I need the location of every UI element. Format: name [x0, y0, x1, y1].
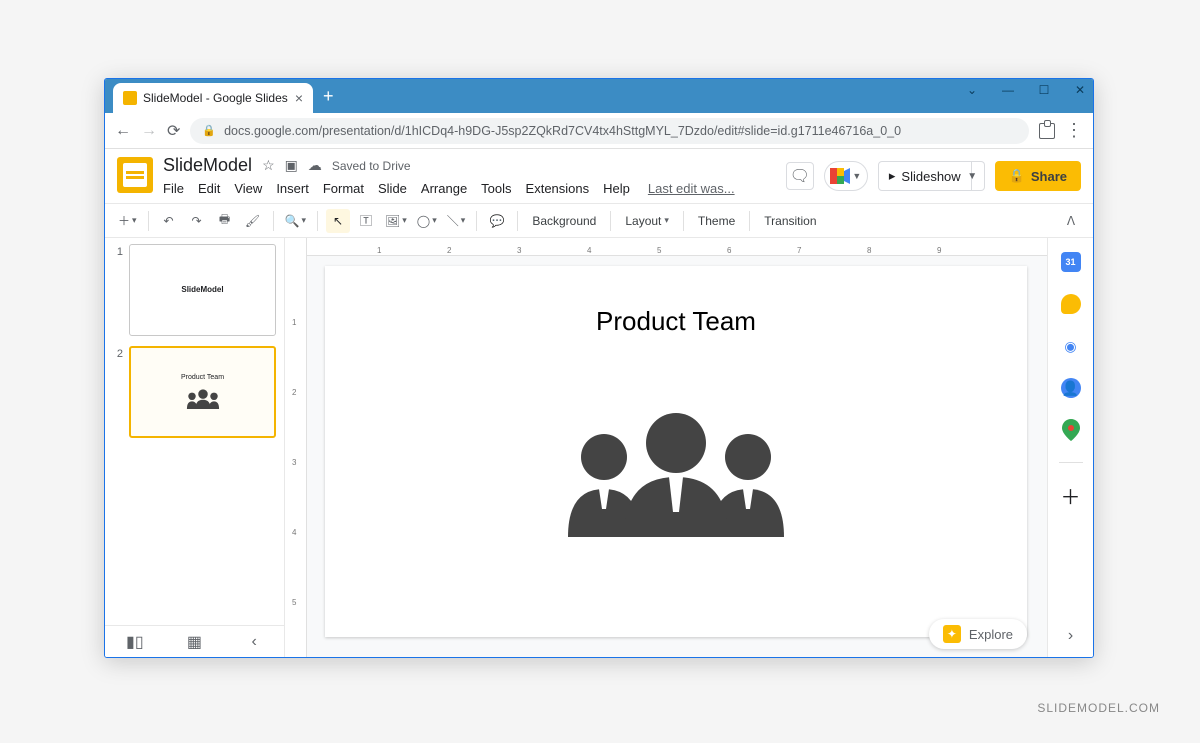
- slideshow-button[interactable]: ▸ Slideshow: [878, 161, 972, 191]
- reload-icon[interactable]: ⟳: [167, 121, 180, 141]
- menu-tools[interactable]: Tools: [481, 181, 511, 196]
- close-window-icon[interactable]: ✕: [1071, 83, 1089, 97]
- watermark: SLIDEMODEL.COM: [1037, 701, 1160, 715]
- layout-button[interactable]: Layout▾: [619, 209, 675, 233]
- paint-format-button[interactable]: 🖌: [241, 209, 265, 233]
- document-title[interactable]: SlideModel: [163, 155, 252, 176]
- star-icon[interactable]: ☆: [262, 157, 275, 174]
- slide-title-text[interactable]: Product Team: [596, 306, 756, 337]
- move-folder-icon[interactable]: ▣: [285, 157, 298, 174]
- cloud-saved-icon: ☁: [308, 157, 322, 174]
- lock-share-icon: 🔒: [1009, 168, 1025, 184]
- slideshow-label: Slideshow: [901, 169, 960, 184]
- select-tool[interactable]: ↖: [326, 209, 350, 233]
- meet-button[interactable]: ▼: [824, 161, 868, 191]
- menu-arrange[interactable]: Arrange: [421, 181, 467, 196]
- lock-icon: 🔒: [202, 124, 216, 137]
- side-panel: 31 ◉ 👤 ＋ ›: [1047, 238, 1093, 657]
- slide-canvas[interactable]: Product Team: [325, 266, 1027, 637]
- canvas-area: 1 2 3 4 5 1 2 3 4 5 6 7 8 9: [285, 238, 1047, 657]
- meet-icon: [830, 168, 850, 184]
- calendar-icon[interactable]: 31: [1061, 252, 1081, 272]
- browser-urlbar: ← → ⟳ 🔒 docs.google.com/presentation/d/1…: [105, 113, 1093, 149]
- minimize-icon[interactable]: —: [999, 83, 1017, 97]
- url-text: docs.google.com/presentation/d/1hICDq4-h…: [224, 124, 901, 138]
- maximize-icon[interactable]: ☐: [1035, 83, 1053, 97]
- contacts-icon[interactable]: 👤: [1061, 378, 1081, 398]
- menu-format[interactable]: Format: [323, 181, 364, 196]
- window-dropdown-icon[interactable]: ⌄: [963, 83, 981, 97]
- slide-thumbnail-2[interactable]: Product Team: [129, 346, 276, 438]
- tasks-icon[interactable]: ◉: [1061, 336, 1081, 356]
- explore-label: Explore: [969, 627, 1013, 642]
- menu-file[interactable]: File: [163, 181, 184, 196]
- redo-button[interactable]: ↷: [185, 209, 209, 233]
- textbox-tool[interactable]: 🅃: [354, 209, 378, 233]
- toolbar: ＋▾ ↶ ↷ 🖶 🖌 🔍▾ ↖ 🅃 🖼▾ ◯▾ ＼▾ 💬 Background …: [105, 204, 1093, 238]
- app-header: SlideModel ☆ ▣ ☁ Saved to Drive File Edi…: [105, 149, 1093, 204]
- explore-icon: ✦: [943, 625, 961, 643]
- menu-extensions[interactable]: Extensions: [526, 181, 590, 196]
- browser-titlebar: SlideModel - Google Slides × + ⌄ — ☐ ✕: [105, 79, 1093, 113]
- saved-status: Saved to Drive: [332, 159, 411, 173]
- menu-view[interactable]: View: [234, 181, 262, 196]
- meet-dropdown-icon: ▼: [852, 171, 861, 181]
- last-edit-link[interactable]: Last edit was...: [648, 181, 735, 196]
- close-tab-icon[interactable]: ×: [295, 90, 303, 106]
- slide-panel-footer: ▮▯ ▦ ‹: [105, 625, 284, 657]
- menu-slide[interactable]: Slide: [378, 181, 407, 196]
- shape-tool[interactable]: ◯▾: [414, 209, 440, 233]
- collapse-panel-icon[interactable]: ‹: [242, 630, 266, 654]
- maps-icon[interactable]: [1061, 420, 1081, 440]
- transition-button[interactable]: Transition: [758, 209, 822, 233]
- browser-tab[interactable]: SlideModel - Google Slides ×: [113, 83, 313, 113]
- workarea: 1 SlideModel 2 Product Team: [105, 238, 1093, 657]
- new-tab-button[interactable]: +: [323, 86, 334, 107]
- image-tool[interactable]: 🖼▾: [382, 209, 410, 233]
- explore-button[interactable]: ✦ Explore: [929, 619, 1027, 649]
- window-controls: ⌄ — ☐ ✕: [963, 83, 1089, 97]
- team-thumb-icon: [181, 387, 225, 409]
- tab-title: SlideModel - Google Slides: [143, 91, 288, 105]
- add-addon-icon[interactable]: ＋: [1061, 485, 1081, 505]
- share-button[interactable]: 🔒 Share: [995, 161, 1081, 191]
- extensions-icon[interactable]: [1039, 123, 1055, 139]
- theme-button[interactable]: Theme: [692, 209, 741, 233]
- slide-thumbnail-1[interactable]: SlideModel: [129, 244, 276, 336]
- share-label: Share: [1031, 169, 1067, 184]
- forward-icon[interactable]: →: [141, 122, 157, 140]
- menu-bar: File Edit View Insert Format Slide Arran…: [163, 178, 786, 203]
- keep-icon[interactable]: [1061, 294, 1081, 314]
- back-icon[interactable]: ←: [115, 122, 131, 140]
- zoom-button[interactable]: 🔍▾: [282, 209, 309, 233]
- menu-help[interactable]: Help: [603, 181, 630, 196]
- new-slide-button[interactable]: ＋▾: [115, 209, 140, 233]
- slideshow-dropdown[interactable]: ▼: [961, 161, 985, 191]
- filmstrip-view-icon[interactable]: ▮▯: [123, 630, 147, 654]
- menu-edit[interactable]: Edit: [198, 181, 220, 196]
- collapse-rail-icon[interactable]: ›: [1068, 627, 1073, 645]
- browser-menu-icon[interactable]: ⋮: [1065, 120, 1083, 141]
- comment-tool[interactable]: 💬: [485, 209, 509, 233]
- background-button[interactable]: Background: [526, 209, 602, 233]
- grid-view-icon[interactable]: ▦: [182, 630, 206, 654]
- print-button[interactable]: 🖶: [213, 209, 237, 233]
- slide-panel: 1 SlideModel 2 Product Team: [105, 238, 285, 657]
- comments-button[interactable]: 🗨: [786, 162, 814, 190]
- line-tool[interactable]: ＼▾: [444, 209, 469, 233]
- menu-insert[interactable]: Insert: [276, 181, 309, 196]
- undo-button[interactable]: ↶: [157, 209, 181, 233]
- play-icon: ▸: [889, 168, 896, 184]
- horizontal-ruler: 1 2 3 4 5 6 7 8 9: [307, 238, 1047, 256]
- vertical-ruler: 1 2 3 4 5: [285, 238, 307, 657]
- slides-favicon-icon: [123, 91, 137, 105]
- team-people-icon[interactable]: [546, 397, 806, 537]
- slide-number: 1: [113, 244, 123, 336]
- comment-icon: 🗨: [790, 166, 810, 186]
- slides-logo-icon[interactable]: [117, 157, 153, 193]
- slide-number: 2: [113, 346, 123, 438]
- url-input[interactable]: 🔒 docs.google.com/presentation/d/1hICDq4…: [190, 118, 1029, 144]
- collapse-toolbar-icon[interactable]: ᐱ: [1059, 209, 1083, 233]
- browser-window: SlideModel - Google Slides × + ⌄ — ☐ ✕ ←…: [104, 78, 1094, 658]
